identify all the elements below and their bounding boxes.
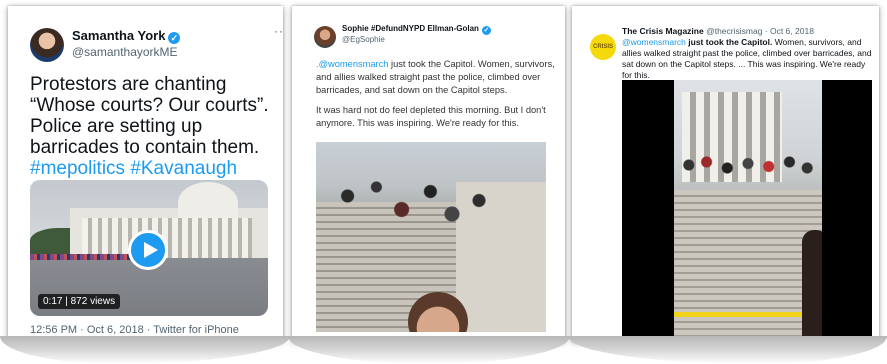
- video-player[interactable]: 0:17 | 872 views: [30, 180, 268, 316]
- crowd: [30, 254, 140, 260]
- tweet-text: @womensmarch just took the Capitol. Wome…: [622, 37, 872, 81]
- author-handle[interactable]: @samanthayorkME: [72, 45, 178, 59]
- author-name[interactable]: The Crisis Magazine: [622, 26, 704, 36]
- author-name[interactable]: Samantha York ✓: [72, 28, 181, 44]
- avatar[interactable]: CRISIS: [590, 34, 616, 60]
- tweet-text-bold: just took the Capitol.: [685, 37, 773, 47]
- video-frame: [674, 80, 822, 342]
- tweet-card-crisis-magazine[interactable]: CRISIS The Crisis Magazine @thecrisismag…: [572, 6, 879, 342]
- author-name[interactable]: Sophie #DefundNYPD Ellman-Golan ✓: [342, 24, 491, 35]
- card-shadow: [288, 336, 570, 364]
- avatar[interactable]: [314, 26, 336, 48]
- author-name-text: Samantha York: [72, 28, 166, 43]
- tweet-card-sophie[interactable]: Sophie #DefundNYPD Ellman-Golan ✓ @EgSoph…: [292, 6, 565, 342]
- tweet-card-samantha-york[interactable]: Samantha York ✓ @samanthayorkME ·· Protes…: [8, 6, 283, 342]
- tweet-timestamp[interactable]: 12:56 PM · Oct 6, 2018 · Twitter for iPh…: [30, 324, 239, 336]
- tweet-text: .@womensmarch just took the Capitol. Wom…: [316, 58, 560, 97]
- tweet-text-body: Protestors are chanting “Whose courts? O…: [30, 74, 269, 158]
- verified-icon: ✓: [481, 26, 491, 35]
- card-shadow: [0, 336, 290, 364]
- verified-icon: ✓: [168, 32, 181, 44]
- mention-link[interactable]: @womensmarch: [622, 37, 686, 47]
- play-icon[interactable]: [128, 230, 168, 270]
- author-handle-date[interactable]: @thecrisismag · Oct 6, 2018: [704, 26, 814, 36]
- mention-link[interactable]: .@womensmarch: [316, 59, 388, 69]
- capitol-steps: [674, 190, 822, 342]
- more-options-icon[interactable]: ··: [274, 24, 283, 38]
- tweet-header: The Crisis Magazine @thecrisismag · Oct …: [622, 26, 814, 36]
- tweet-photo[interactable]: [316, 142, 546, 332]
- avatar[interactable]: [30, 28, 64, 62]
- video-duration-badge: 0:17 | 872 views: [38, 294, 121, 309]
- crowd: [326, 160, 506, 250]
- author-name-text: Sophie #DefundNYPD Ellman-Golan: [342, 24, 479, 33]
- crowd: [674, 150, 822, 180]
- foreground-person: [802, 230, 822, 342]
- card-shadow: [568, 336, 887, 364]
- tweet-text-second-paragraph: It was hard not do feel depleted this mo…: [316, 105, 546, 128]
- police-tape: [674, 312, 822, 317]
- video-player[interactable]: [622, 80, 872, 342]
- author-handle[interactable]: @EgSophie: [342, 35, 385, 44]
